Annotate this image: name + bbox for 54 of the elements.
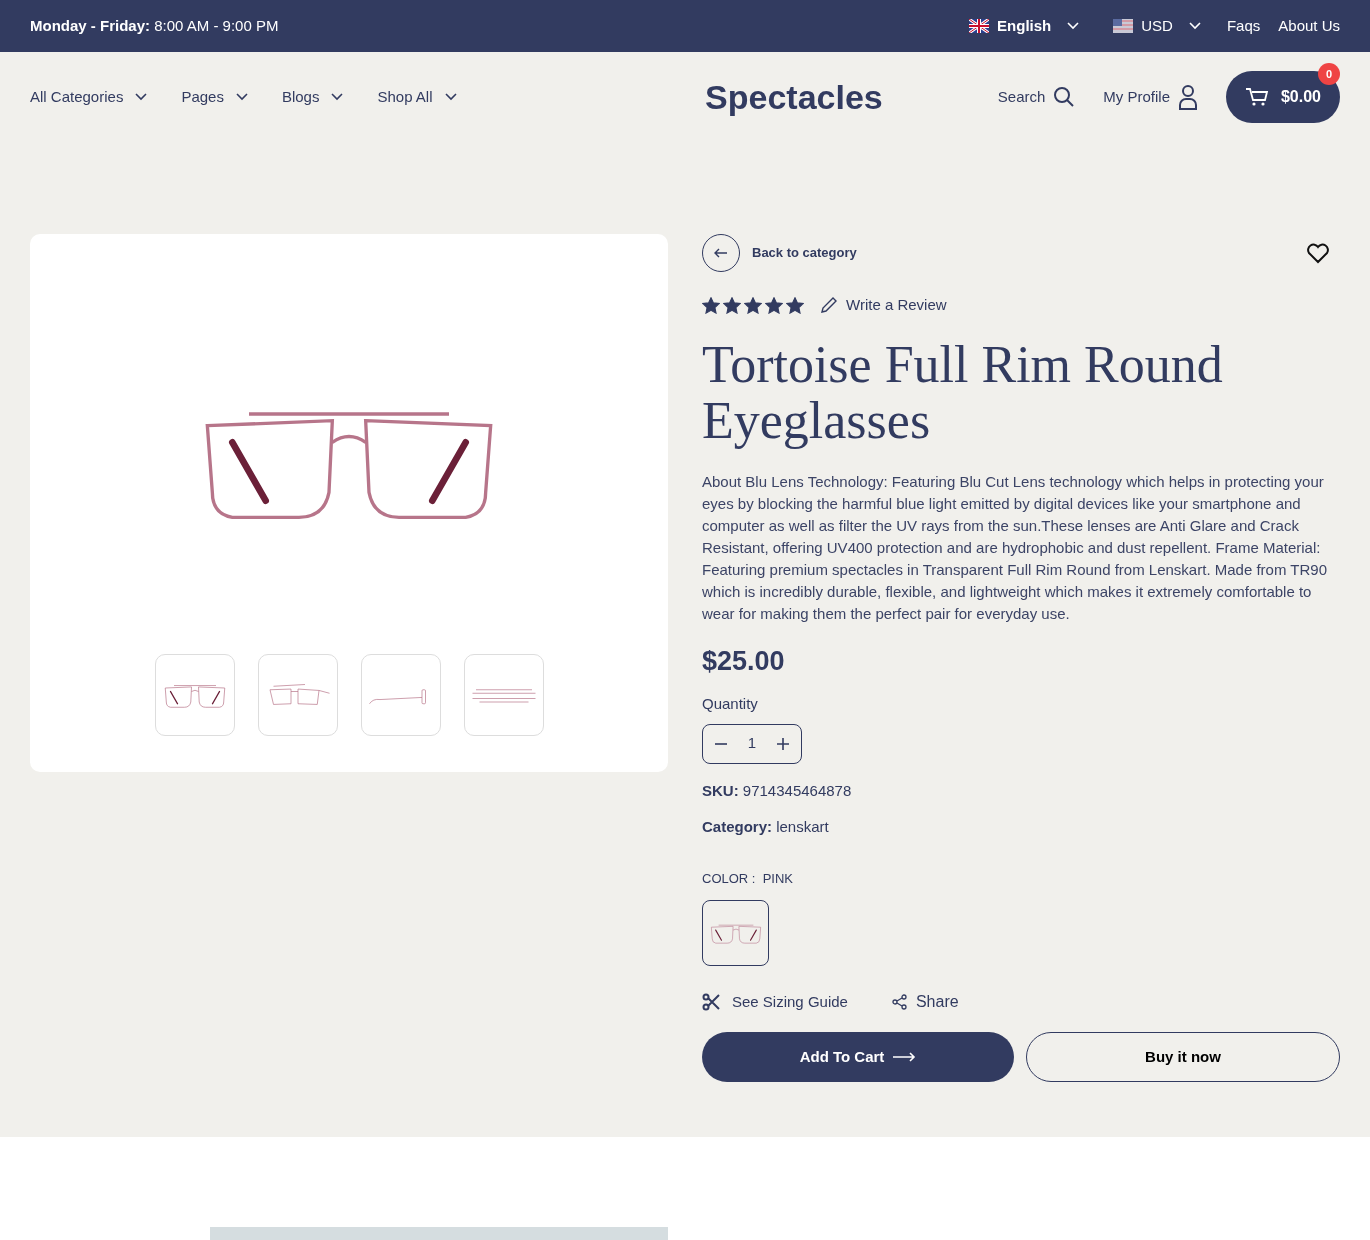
top-link[interactable]: Faqs: [1226, 14, 1261, 38]
star-icon: [723, 296, 741, 314]
back-link[interactable]: Back to category: [702, 234, 857, 272]
heart-icon[interactable]: [1306, 242, 1330, 264]
currency-selector[interactable]: USD: [1113, 14, 1201, 38]
sizing-guide-link[interactable]: See Sizing Guide: [702, 990, 848, 1014]
user-icon: [1178, 84, 1198, 110]
nav-menu-item[interactable]: All Categories: [30, 85, 148, 109]
color-swatch[interactable]: [702, 900, 769, 966]
us-flag-icon: [1113, 19, 1134, 33]
write-review-link[interactable]: Write a Review: [820, 294, 947, 317]
product-price: $25.00: [702, 644, 786, 678]
language-selector[interactable]: English: [969, 14, 1080, 38]
thumbnail[interactable]: [463, 654, 544, 736]
nav-menu-item[interactable]: Shop All: [377, 85, 457, 109]
uk-flag-icon: [969, 19, 990, 33]
thumbnail[interactable]: [154, 654, 235, 736]
star-icon: [765, 296, 783, 314]
product-title: Tortoise Full Rim Round Eyeglasses: [702, 336, 1224, 449]
star-icon: [702, 296, 720, 314]
nav-menu-item[interactable]: Pages: [181, 85, 248, 109]
chevron-down-icon: [331, 93, 344, 101]
sku: SKU: 9714345464878: [702, 780, 853, 801]
logo[interactable]: Spectacles: [705, 71, 883, 123]
quantity-value: 1: [747, 733, 757, 754]
thumbnail[interactable]: [257, 654, 338, 736]
quantity-label: Quantity: [702, 694, 759, 714]
color-label: COLOR : PINK: [702, 869, 795, 888]
arrow-right-icon: [892, 1052, 917, 1062]
scissors-icon: [702, 993, 720, 1011]
chevron-down-icon: [1067, 22, 1080, 30]
star-icon: [786, 296, 804, 314]
category: Category: lenskart: [702, 817, 830, 837]
nav-menu-item[interactable]: Blogs: [281, 85, 344, 109]
pencil-icon: [820, 296, 838, 315]
add-to-cart-button[interactable]: Add To Cart: [702, 1032, 1014, 1082]
thumbnail[interactable]: [360, 654, 441, 736]
chevron-down-icon: [235, 93, 248, 101]
cart-count-badge: 0: [1318, 63, 1340, 85]
buy-now-button[interactable]: Buy it now: [1026, 1032, 1340, 1082]
share-icon: [891, 994, 908, 1010]
star-icon: [744, 296, 762, 314]
profile-button[interactable]: My Profile: [1103, 84, 1198, 110]
plus-icon: [776, 737, 789, 750]
cart-icon: [1244, 87, 1269, 107]
chevron-down-icon: [444, 93, 457, 101]
search-icon: [1053, 86, 1076, 108]
search-button[interactable]: Search: [997, 85, 1076, 109]
chevron-down-icon: [135, 93, 148, 101]
share-button[interactable]: Share: [891, 990, 959, 1014]
top-link[interactable]: About Us: [1278, 14, 1340, 38]
opening-hours: Monday - Friday: 8:00 AM - 9:00 PM: [30, 15, 279, 36]
chevron-down-icon: [1188, 22, 1201, 30]
product-description: About Blu Lens Technology: Featuring Blu Cut Lens technology which helps in protecting your eyes by blocking the harmful blue light emitted by digital devices like your smartphone and computer as well as filter the UV rays from the sun.These lenses are Anti Glare and Crack Resistant, offering UV400 protection and are hydrophobic and dust repellent. Frame Material: Featuring premium spectacles in Transparent Full Rim Round from Lenskart. Made from TR90 which is incredibly durable, flexible, and lightweight which makes it extremely comfortable to wear for making them the perfect pair for everyday use.: [702, 471, 1328, 624]
